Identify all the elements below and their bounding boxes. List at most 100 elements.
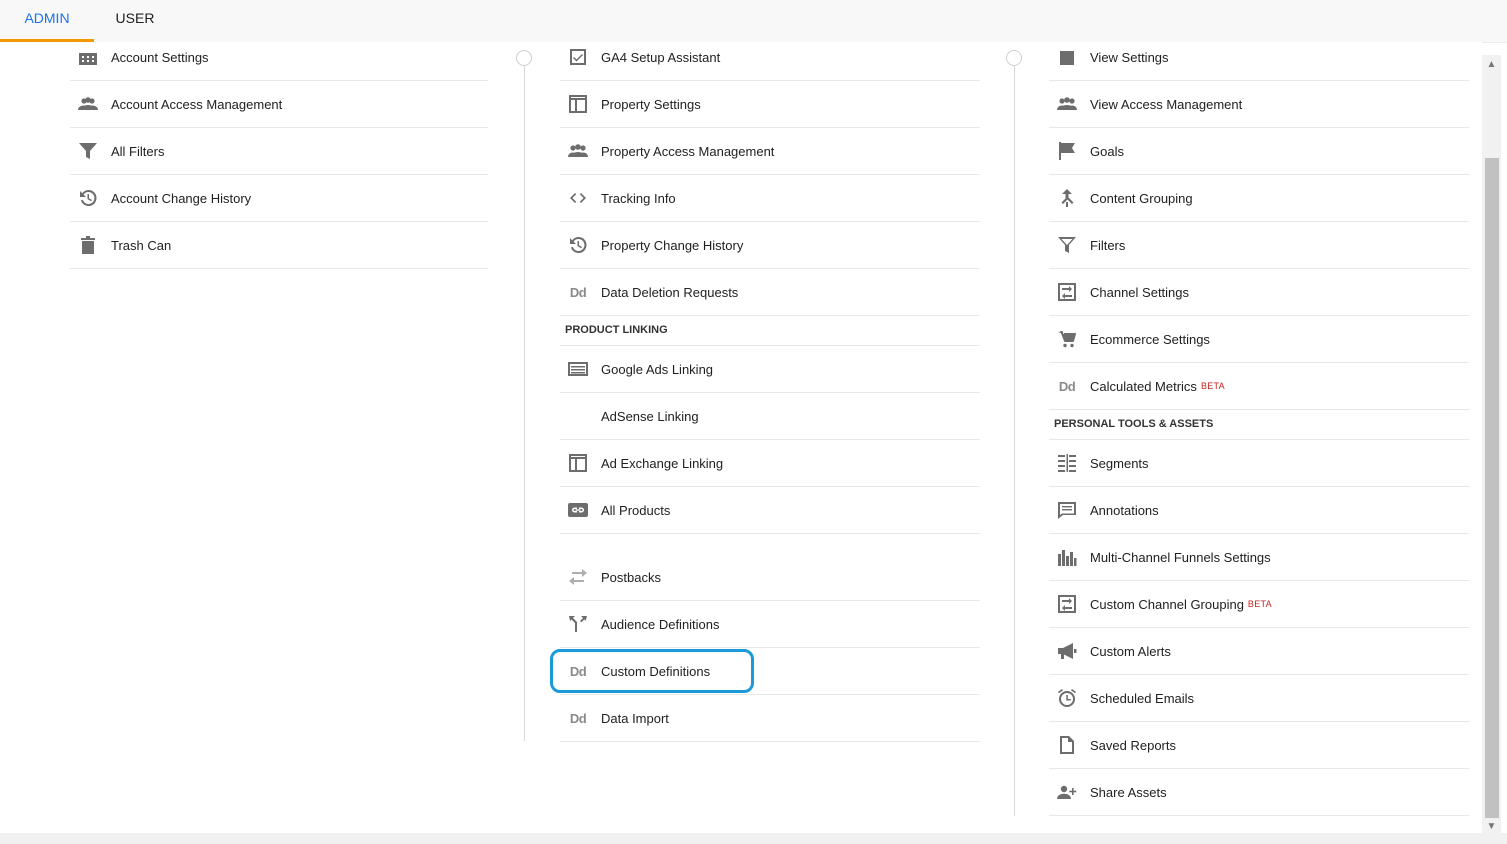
item-label: Account Change History — [111, 190, 252, 206]
item-label: Data Import — [601, 710, 669, 726]
checkbox-icon — [567, 46, 589, 68]
item-label: View Settings — [1090, 49, 1169, 65]
dd-icon: Dd — [567, 660, 589, 682]
property-settings-item[interactable]: Property Settings — [560, 81, 980, 128]
admin-content: Account Settings Account Access Manageme… — [0, 42, 1482, 832]
property-change-history-item[interactable]: Property Change History — [560, 222, 980, 269]
item-label: Audience Definitions — [601, 616, 720, 632]
merge-icon — [1056, 187, 1078, 209]
filter-icon — [77, 140, 99, 162]
dd-icon-text: Dd — [569, 663, 587, 679]
postbacks-item[interactable]: Postbacks — [560, 554, 980, 601]
scheduled-emails-item[interactable]: Scheduled Emails — [1049, 675, 1469, 722]
view-access-management-item[interactable]: View Access Management — [1049, 81, 1469, 128]
product-linking-header: PRODUCT LINKING — [560, 316, 980, 346]
item-label: Scheduled Emails — [1090, 690, 1195, 706]
segments-icon — [1056, 452, 1078, 474]
scroll-up-arrow[interactable]: ▲ — [1482, 57, 1501, 73]
tab-admin[interactable]: ADMIN — [0, 0, 94, 42]
item-label: All Filters — [111, 143, 165, 159]
share-assets-item[interactable]: Share Assets — [1049, 769, 1469, 816]
page-scrollbar[interactable]: ▲ ▼ — [1482, 55, 1501, 835]
doc-icon — [1056, 46, 1078, 68]
admin-tabbar: ADMIN USER — [0, 0, 1507, 43]
item-label: Tracking Info — [601, 190, 676, 206]
scrollbar-thumb[interactable] — [1485, 158, 1499, 818]
multi-channel-funnels-settings-item[interactable]: Multi-Channel Funnels Settings — [1049, 534, 1469, 581]
fork-icon — [567, 613, 589, 635]
ad-exchange-linking-item[interactable]: Ad Exchange Linking — [560, 440, 980, 487]
custom-definitions-item[interactable]: Dd Custom Definitions — [560, 648, 980, 695]
custom-channel-grouping-item[interactable]: Custom Channel Grouping BETA — [1049, 581, 1469, 628]
account-change-history-item[interactable]: Account Change History — [70, 175, 488, 222]
content-grouping-item[interactable]: Content Grouping — [1049, 175, 1469, 222]
item-label: GA4 Setup Assistant — [601, 49, 721, 65]
adsense-linking-item[interactable]: AdSense Linking — [560, 393, 980, 440]
item-label: Segments — [1090, 455, 1149, 471]
channel-icon — [1056, 593, 1078, 615]
item-label: Custom Alerts — [1090, 643, 1171, 659]
calculated-metrics-item[interactable]: Dd Calculated Metrics BETA — [1049, 363, 1469, 410]
people-icon — [567, 140, 589, 162]
dd-icon-text: Dd — [569, 710, 587, 726]
view-column: View Settings View Access Management Goa… — [1049, 42, 1469, 816]
all-filters-item[interactable]: All Filters — [70, 128, 488, 175]
all-products-item[interactable]: All Products — [560, 487, 980, 534]
item-label: Postbacks — [601, 569, 661, 585]
bars-icon — [1056, 546, 1078, 568]
goals-item[interactable]: Goals — [1049, 128, 1469, 175]
file-icon — [1056, 734, 1078, 756]
item-label: Trash Can — [111, 237, 172, 253]
history-icon — [77, 187, 99, 209]
ga4-setup-assistant-item[interactable]: GA4 Setup Assistant — [560, 42, 980, 81]
data-deletion-requests-item[interactable]: Dd Data Deletion Requests — [560, 269, 980, 316]
column-scroll-indicator[interactable] — [516, 50, 532, 66]
view-settings-item[interactable]: View Settings — [1049, 42, 1469, 81]
link-icon — [567, 499, 589, 521]
account-column: Account Settings Account Access Manageme… — [70, 42, 488, 269]
segments-item[interactable]: Segments — [1049, 440, 1469, 487]
trash-can-item[interactable]: Trash Can — [70, 222, 488, 269]
flag-icon — [1056, 140, 1078, 162]
tracking-info-item[interactable]: Tracking Info — [560, 175, 980, 222]
property-access-management-item[interactable]: Property Access Management — [560, 128, 980, 175]
item-label: Saved Reports — [1090, 737, 1176, 753]
bottom-bar — [0, 833, 1507, 844]
beta-badge: BETA — [1247, 599, 1272, 609]
blank-icon — [567, 405, 589, 427]
dd-icon: Dd — [567, 707, 589, 729]
channel-icon — [1056, 281, 1078, 303]
history-icon — [567, 234, 589, 256]
column-scroll-indicator[interactable] — [1006, 50, 1022, 66]
item-label: Share Assets — [1090, 784, 1167, 800]
ads-icon — [567, 358, 589, 380]
personal-tools-header: PERSONAL TOOLS & ASSETS — [1049, 410, 1469, 440]
item-label: View Access Management — [1090, 96, 1243, 112]
filters-item[interactable]: Filters — [1049, 222, 1469, 269]
column-divider — [524, 50, 525, 741]
google-ads-linking-item[interactable]: Google Ads Linking — [560, 346, 980, 393]
data-import-item[interactable]: Dd Data Import — [560, 695, 980, 742]
custom-alerts-item[interactable]: Custom Alerts — [1049, 628, 1469, 675]
ecommerce-settings-item[interactable]: Ecommerce Settings — [1049, 316, 1469, 363]
item-label: Content Grouping — [1090, 190, 1193, 206]
tab-user[interactable]: USER — [94, 0, 176, 39]
item-label: All Products — [601, 502, 671, 518]
account-access-management-item[interactable]: Account Access Management — [70, 81, 488, 128]
item-label: Calculated Metrics — [1090, 378, 1197, 394]
item-label: Account Settings — [111, 49, 209, 65]
column-divider — [1014, 50, 1015, 816]
saved-reports-item[interactable]: Saved Reports — [1049, 722, 1469, 769]
annotations-item[interactable]: Annotations — [1049, 487, 1469, 534]
item-label: Custom Definitions — [601, 663, 711, 679]
dd-icon-text: Dd — [1058, 378, 1076, 394]
account-settings-item[interactable]: Account Settings — [70, 42, 488, 81]
channel-settings-item[interactable]: Channel Settings — [1049, 269, 1469, 316]
item-label: Google Ads Linking — [601, 361, 714, 377]
cart-icon — [1056, 328, 1078, 350]
dd-icon: Dd — [567, 281, 589, 303]
audience-definitions-item[interactable]: Audience Definitions — [560, 601, 980, 648]
item-label: Multi-Channel Funnels Settings — [1090, 549, 1271, 565]
people-icon — [1056, 93, 1078, 115]
